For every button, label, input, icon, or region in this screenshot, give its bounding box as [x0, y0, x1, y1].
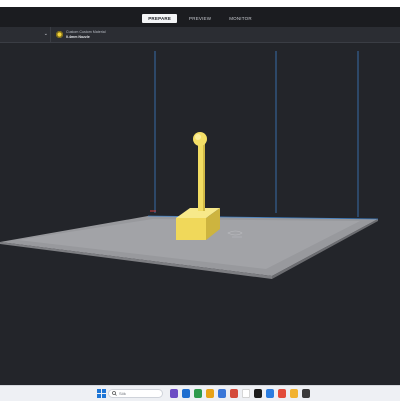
material-selector[interactable]: Custom Custom Material 0.4mm Nozzle — [56, 29, 106, 40]
3d-viewport[interactable] — [0, 43, 400, 385]
taskbar-app-icon[interactable] — [230, 389, 238, 398]
tab-preview[interactable]: PREVIEW — [183, 14, 217, 23]
taskbar-app-icon[interactable] — [170, 389, 178, 398]
tab-prepare[interactable]: PREPARE — [142, 13, 178, 23]
taskbar-app-icon[interactable] — [242, 389, 250, 398]
top-toolbar: PREPARE PREVIEW MONITOR — [0, 7, 400, 27]
os-taskbar: Sök — [0, 385, 400, 401]
search-icon — [112, 391, 117, 396]
taskbar-app-icon[interactable] — [182, 389, 190, 398]
chevron-down-icon: ⌄ — [43, 31, 48, 37]
taskbar-app-icon[interactable] — [218, 389, 226, 398]
slicer-window: PREPARE PREVIEW MONITOR ⌄ Custom Custom … — [0, 7, 400, 385]
taskbar-search[interactable]: Sök — [108, 389, 163, 398]
model-base-front — [176, 218, 206, 240]
nozzle-size: 0.4mm Nozzle — [66, 34, 90, 39]
windows-start-icon[interactable] — [97, 389, 106, 398]
printer-selector[interactable]: ⌄ — [0, 27, 51, 42]
taskbar-app-icon[interactable] — [266, 389, 274, 398]
taskbar-app-icon[interactable] — [302, 389, 310, 398]
taskbar-app-icon[interactable] — [290, 389, 298, 398]
taskbar-app-icon[interactable] — [278, 389, 286, 398]
taskbar-app-icon[interactable] — [194, 389, 202, 398]
stage-tabs: PREPARE PREVIEW MONITOR — [142, 13, 258, 23]
tab-monitor[interactable]: MONITOR — [223, 14, 258, 23]
search-placeholder: Sök — [119, 391, 126, 396]
taskbar-app-icon[interactable] — [254, 389, 262, 398]
printer-settings-bar: ⌄ Custom Custom Material 0.4mm Nozzle — [0, 27, 400, 43]
taskbar-app-icon[interactable] — [206, 389, 214, 398]
filament-spool-icon — [56, 31, 63, 38]
